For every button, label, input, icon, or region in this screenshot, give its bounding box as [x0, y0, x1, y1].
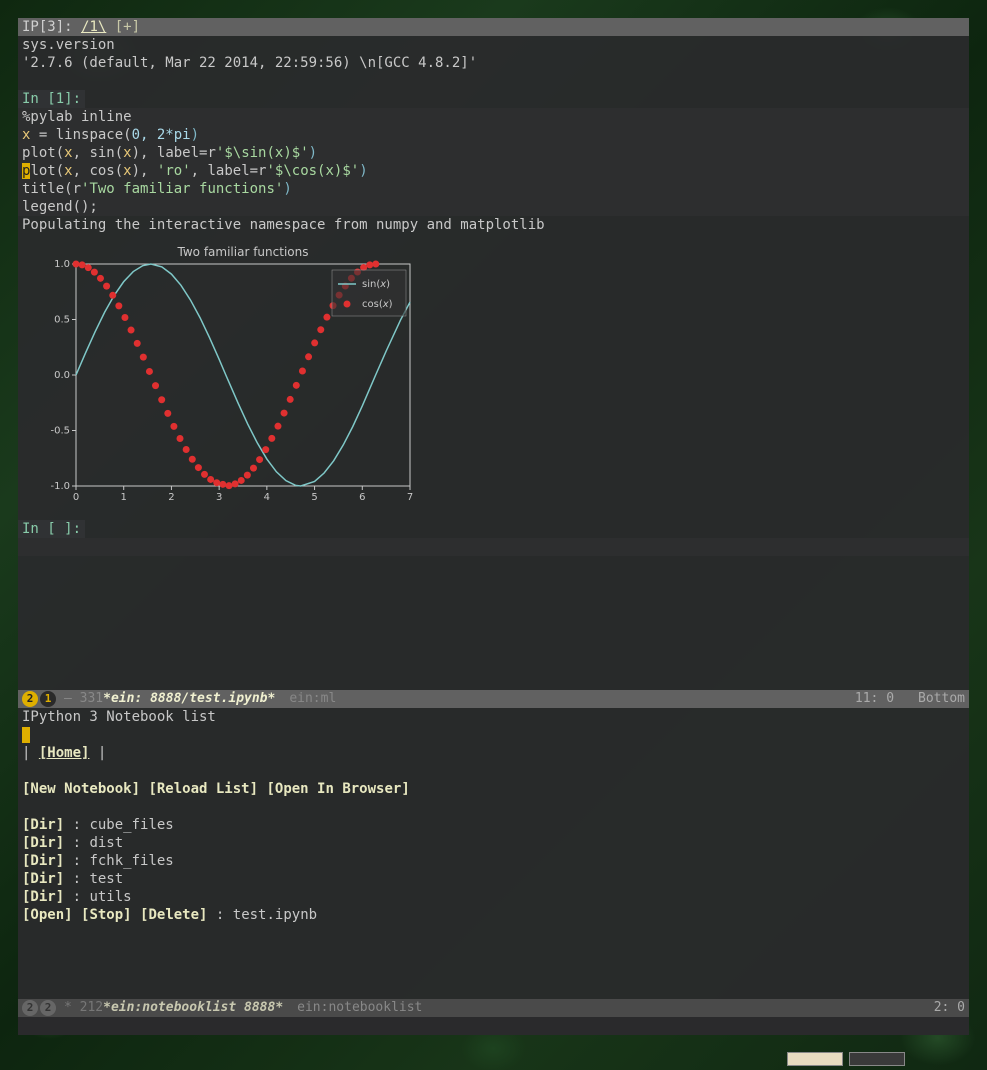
- svg-text:1: 1: [121, 492, 127, 503]
- cursor-position-2: 2: 0: [934, 999, 965, 1017]
- dir-button[interactable]: [Dir]: [22, 871, 64, 887]
- notebooklist-title: IPython 3 Notebook list: [22, 708, 965, 726]
- modeline2-dash: * 212: [64, 999, 103, 1017]
- code-line-1[interactable]: %pylab inline: [18, 108, 969, 126]
- dir-name: fchk_files: [89, 853, 173, 869]
- dir-entry: [Dir] : fchk_files: [22, 852, 965, 870]
- dir-button[interactable]: [Dir]: [22, 817, 64, 833]
- upper-pane: IP[3]: /1\ [+] sys.version '2.7.6 (defau…: [18, 18, 969, 690]
- svg-text:7: 7: [407, 492, 413, 503]
- new-notebook-button[interactable]: [New Notebook]: [22, 781, 140, 797]
- dir-entry: [Dir] : dist: [22, 834, 965, 852]
- code-line-5[interactable]: title(r'Two familiar functions'): [18, 180, 969, 198]
- scroll-position: Bottom: [918, 690, 965, 708]
- notebooklist-area[interactable]: IPython 3 Notebook list | [Home] | [New …: [18, 708, 969, 999]
- buffer-name-2: *ein:notebooklist 8888*: [103, 999, 283, 1017]
- reload-list-button[interactable]: [Reload List]: [148, 781, 258, 797]
- file-delete-button[interactable]: [Delete]: [140, 907, 207, 923]
- emacs-frame: IP[3]: /1\ [+] sys.version '2.7.6 (defau…: [18, 18, 969, 1035]
- svg-text:1.0: 1.0: [54, 259, 70, 270]
- dir-name: cube_files: [89, 817, 173, 833]
- modeline-upper: 2 1 — 331 *ein: 8888/test.ipynb* ein:ml …: [18, 690, 969, 708]
- dir-button[interactable]: [Dir]: [22, 835, 64, 851]
- window-badge-4: 2: [40, 1000, 56, 1016]
- dir-name: utils: [89, 889, 131, 905]
- nblist-cursor: [22, 727, 30, 743]
- output-populate: Populating the interactive namespace fro…: [18, 216, 969, 234]
- file-stop-button[interactable]: [Stop]: [81, 907, 132, 923]
- svg-text:-0.5: -0.5: [50, 426, 70, 437]
- major-mode-2: ein:notebooklist: [297, 999, 422, 1017]
- dir-entry: [Dir] : test: [22, 870, 965, 888]
- lower-pane: IPython 3 Notebook list | [Home] | [New …: [18, 708, 969, 1035]
- plot-svg: Two familiar functions 0 1 2 3 4 5 6 7 -1.0 -0.5 0.…: [36, 242, 414, 504]
- add-tab-button[interactable]: [+]: [115, 19, 140, 35]
- tab-bar: IP[3]: /1\ [+]: [18, 18, 969, 36]
- svg-text:3: 3: [216, 492, 222, 503]
- buffer-name: *ein: 8888/test.ipynb*: [103, 690, 275, 708]
- file-entry: [Open] [Stop] [Delete] : test.ipynb: [22, 906, 965, 924]
- file-open-button[interactable]: [Open]: [22, 907, 73, 923]
- dir-name: dist: [89, 835, 123, 851]
- tab-prefix: IP[3]:: [22, 19, 81, 35]
- taskbar-button-2[interactable]: [849, 1052, 905, 1066]
- file-name: test.ipynb: [233, 907, 317, 923]
- svg-text:2: 2: [168, 492, 174, 503]
- dir-button[interactable]: [Dir]: [22, 853, 64, 869]
- svg-text:0: 0: [73, 492, 79, 503]
- open-in-browser-button[interactable]: [Open In Browser]: [266, 781, 409, 797]
- code-line-6[interactable]: legend();: [18, 198, 969, 216]
- svg-text:4: 4: [264, 492, 270, 503]
- major-mode: ein:ml: [289, 690, 336, 708]
- window-badge-2: 1: [40, 691, 56, 707]
- modeline-lower: 2 2 * 212 *ein:notebooklist 8888* ein:no…: [18, 999, 969, 1017]
- empty-cell-body[interactable]: [18, 538, 969, 556]
- cursor-position: 11: 0: [855, 690, 894, 708]
- dir-name: test: [89, 871, 123, 887]
- modeline-dash: — 331: [64, 690, 103, 708]
- svg-text:5: 5: [311, 492, 317, 503]
- nblist-actions: [New Notebook] [Reload List] [Open In Br…: [22, 780, 965, 798]
- output-sys-version-2: '2.7.6 (default, Mar 22 2014, 22:59:56) …: [18, 54, 969, 72]
- output-sys-version-1: sys.version: [18, 36, 969, 54]
- svg-text:Two familiar functions: Two familiar functions: [177, 245, 309, 259]
- taskbar-button-1[interactable]: [787, 1052, 843, 1066]
- dir-entry: [Dir] : cube_files: [22, 816, 965, 834]
- taskbar: [787, 1052, 917, 1070]
- code-line-2[interactable]: x = linspace(0, 2*pi): [18, 126, 969, 144]
- nblist-breadcrumb: | [Home] |: [22, 744, 965, 762]
- svg-text:6: 6: [359, 492, 365, 503]
- home-link[interactable]: [Home]: [39, 745, 90, 761]
- minibuffer[interactable]: [18, 1017, 969, 1035]
- notebook-cells: sys.version '2.7.6 (default, Mar 22 2014…: [18, 36, 969, 556]
- tab-current[interactable]: /1\: [81, 19, 106, 35]
- cell-empty-header: In [ ]:: [18, 520, 85, 538]
- dir-entry: [Dir] : utils: [22, 888, 965, 906]
- svg-text:sin(x): sin(x): [362, 279, 390, 290]
- code-line-3[interactable]: plot(x, sin(x), label=r'$\sin(x)$'): [18, 144, 969, 162]
- svg-text:0.0: 0.0: [54, 370, 70, 381]
- svg-text:0.5: 0.5: [54, 315, 70, 326]
- svg-text:-1.0: -1.0: [50, 481, 70, 492]
- dir-button[interactable]: [Dir]: [22, 889, 64, 905]
- window-badge-3: 2: [22, 1000, 38, 1016]
- cell-1-header: In [1]:: [18, 90, 85, 108]
- code-line-4[interactable]: plot(x, cos(x), 'ro', label=r'$\cos(x)$'…: [18, 162, 969, 180]
- matplotlib-plot: Two familiar functions 0 1 2 3 4 5 6 7 -1.0 -0.5 0.…: [36, 242, 414, 504]
- svg-text:cos(x): cos(x): [362, 299, 393, 310]
- window-badge-1: 2: [22, 691, 38, 707]
